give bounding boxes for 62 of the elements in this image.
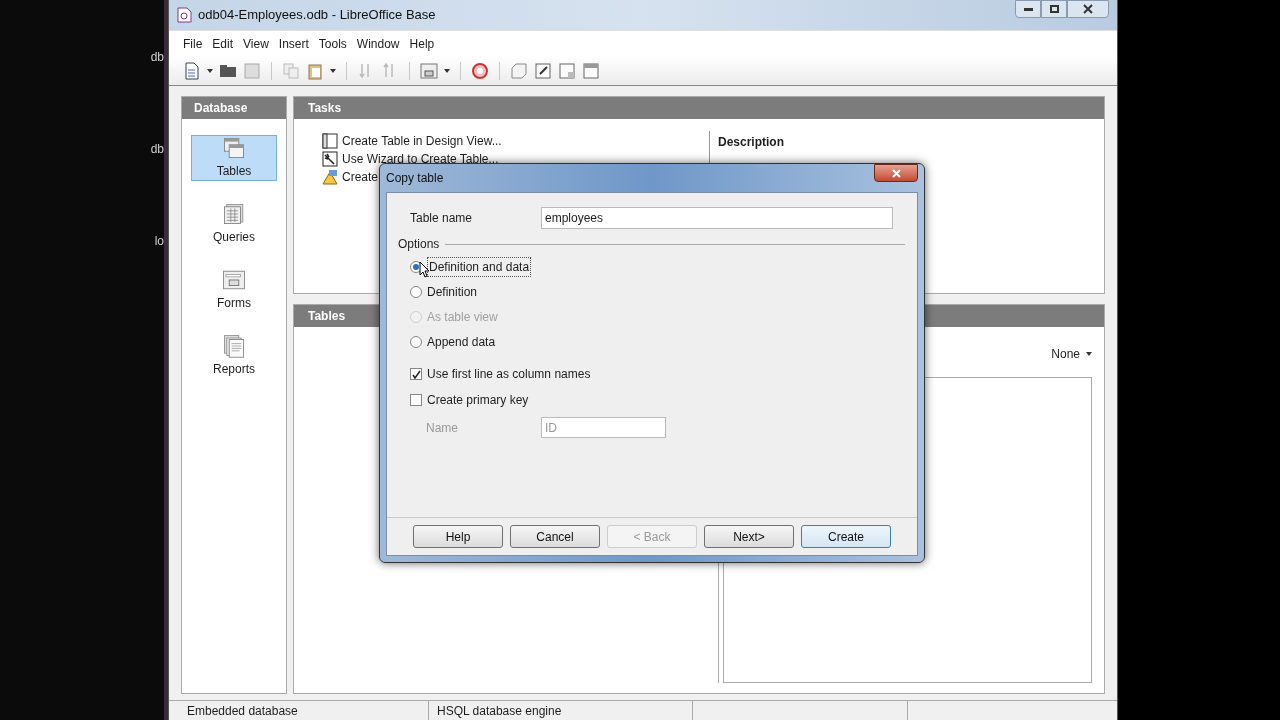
menu-item[interactable]: Help	[409, 34, 435, 53]
maximize-button[interactable]	[1041, 0, 1067, 18]
menu-item[interactable]: Insert	[278, 34, 309, 53]
database-category[interactable]: Queries	[191, 201, 277, 247]
window-title: odb04-Employees.odb - LibreOffice Base	[198, 6, 436, 25]
checkbox[interactable]	[410, 368, 422, 380]
checkbox[interactable]	[410, 394, 422, 406]
radio-label[interactable]: Definition and data	[427, 257, 532, 277]
wizard-icon	[322, 151, 338, 167]
table-name-field[interactable]: employees	[541, 207, 893, 229]
caret-icon[interactable]	[444, 68, 450, 73]
close-button[interactable]	[1067, 0, 1109, 18]
dialog-button[interactable]: Cancel	[510, 525, 600, 548]
field-label: Table name	[410, 210, 474, 227]
dialog-button[interactable]: Help	[413, 525, 503, 548]
close-icon	[1083, 4, 1093, 14]
menu-item[interactable]: File	[183, 34, 203, 53]
new-document-icon[interactable]	[183, 61, 201, 80]
caret-icon[interactable]	[207, 68, 213, 73]
task-link[interactable]: Create Table in Design View...	[342, 132, 502, 150]
close-icon	[891, 168, 901, 178]
radio-label[interactable]: Definition	[427, 283, 478, 301]
background-window-text: lo	[154, 234, 164, 248]
preview-dropdown[interactable]: None	[1051, 345, 1092, 363]
menu-item[interactable]: Tools	[318, 34, 347, 53]
mouse-pointer-icon	[419, 261, 430, 278]
radio-label[interactable]: Append data	[427, 333, 496, 351]
clipboard-icon[interactable]	[306, 61, 324, 80]
menu-item[interactable]: Window	[356, 34, 400, 53]
caret-icon[interactable]	[330, 68, 336, 73]
table-design-icon	[322, 133, 338, 149]
database-category[interactable]: Tables	[191, 135, 277, 181]
panel-header: Database	[182, 97, 286, 119]
database-category[interactable]: Forms	[191, 267, 277, 313]
dialog-button[interactable]: Create	[801, 525, 891, 548]
edit-icon[interactable]	[534, 61, 552, 80]
background-window-text: db	[150, 142, 164, 156]
dialog-title: Copy table	[386, 170, 444, 187]
menu-item[interactable]: View	[243, 34, 269, 53]
minimize-button[interactable]	[1015, 0, 1041, 18]
checkbox-label[interactable]: Use first line as column names	[427, 365, 591, 383]
form-icon[interactable]	[420, 61, 438, 80]
status-bar-field: Embedded database	[169, 701, 429, 720]
radio-button[interactable]	[410, 336, 422, 348]
check-icon	[411, 369, 421, 379]
dialog-close-button[interactable]	[874, 164, 918, 182]
dialog-button[interactable]: Next>	[704, 525, 794, 548]
description-heading: Description	[717, 134, 784, 151]
minimize-icon	[1023, 7, 1033, 11]
status-bar-field: HSQL database engine	[429, 701, 693, 720]
section-heading: Options	[398, 236, 440, 253]
field-label: Name	[426, 419, 459, 437]
menu-item[interactable]: Edit	[212, 34, 234, 53]
radio-button[interactable]	[410, 286, 422, 298]
database-category[interactable]: Reports	[191, 333, 277, 379]
task-link[interactable]: Create	[342, 168, 379, 186]
maximize-icon	[1049, 5, 1059, 13]
background-window-text: db	[150, 50, 164, 64]
checkbox-label[interactable]: Create primary key	[427, 391, 529, 409]
caret-icon	[1086, 352, 1092, 356]
document-icon	[177, 7, 192, 23]
panel-header: Tasks	[294, 97, 1104, 119]
